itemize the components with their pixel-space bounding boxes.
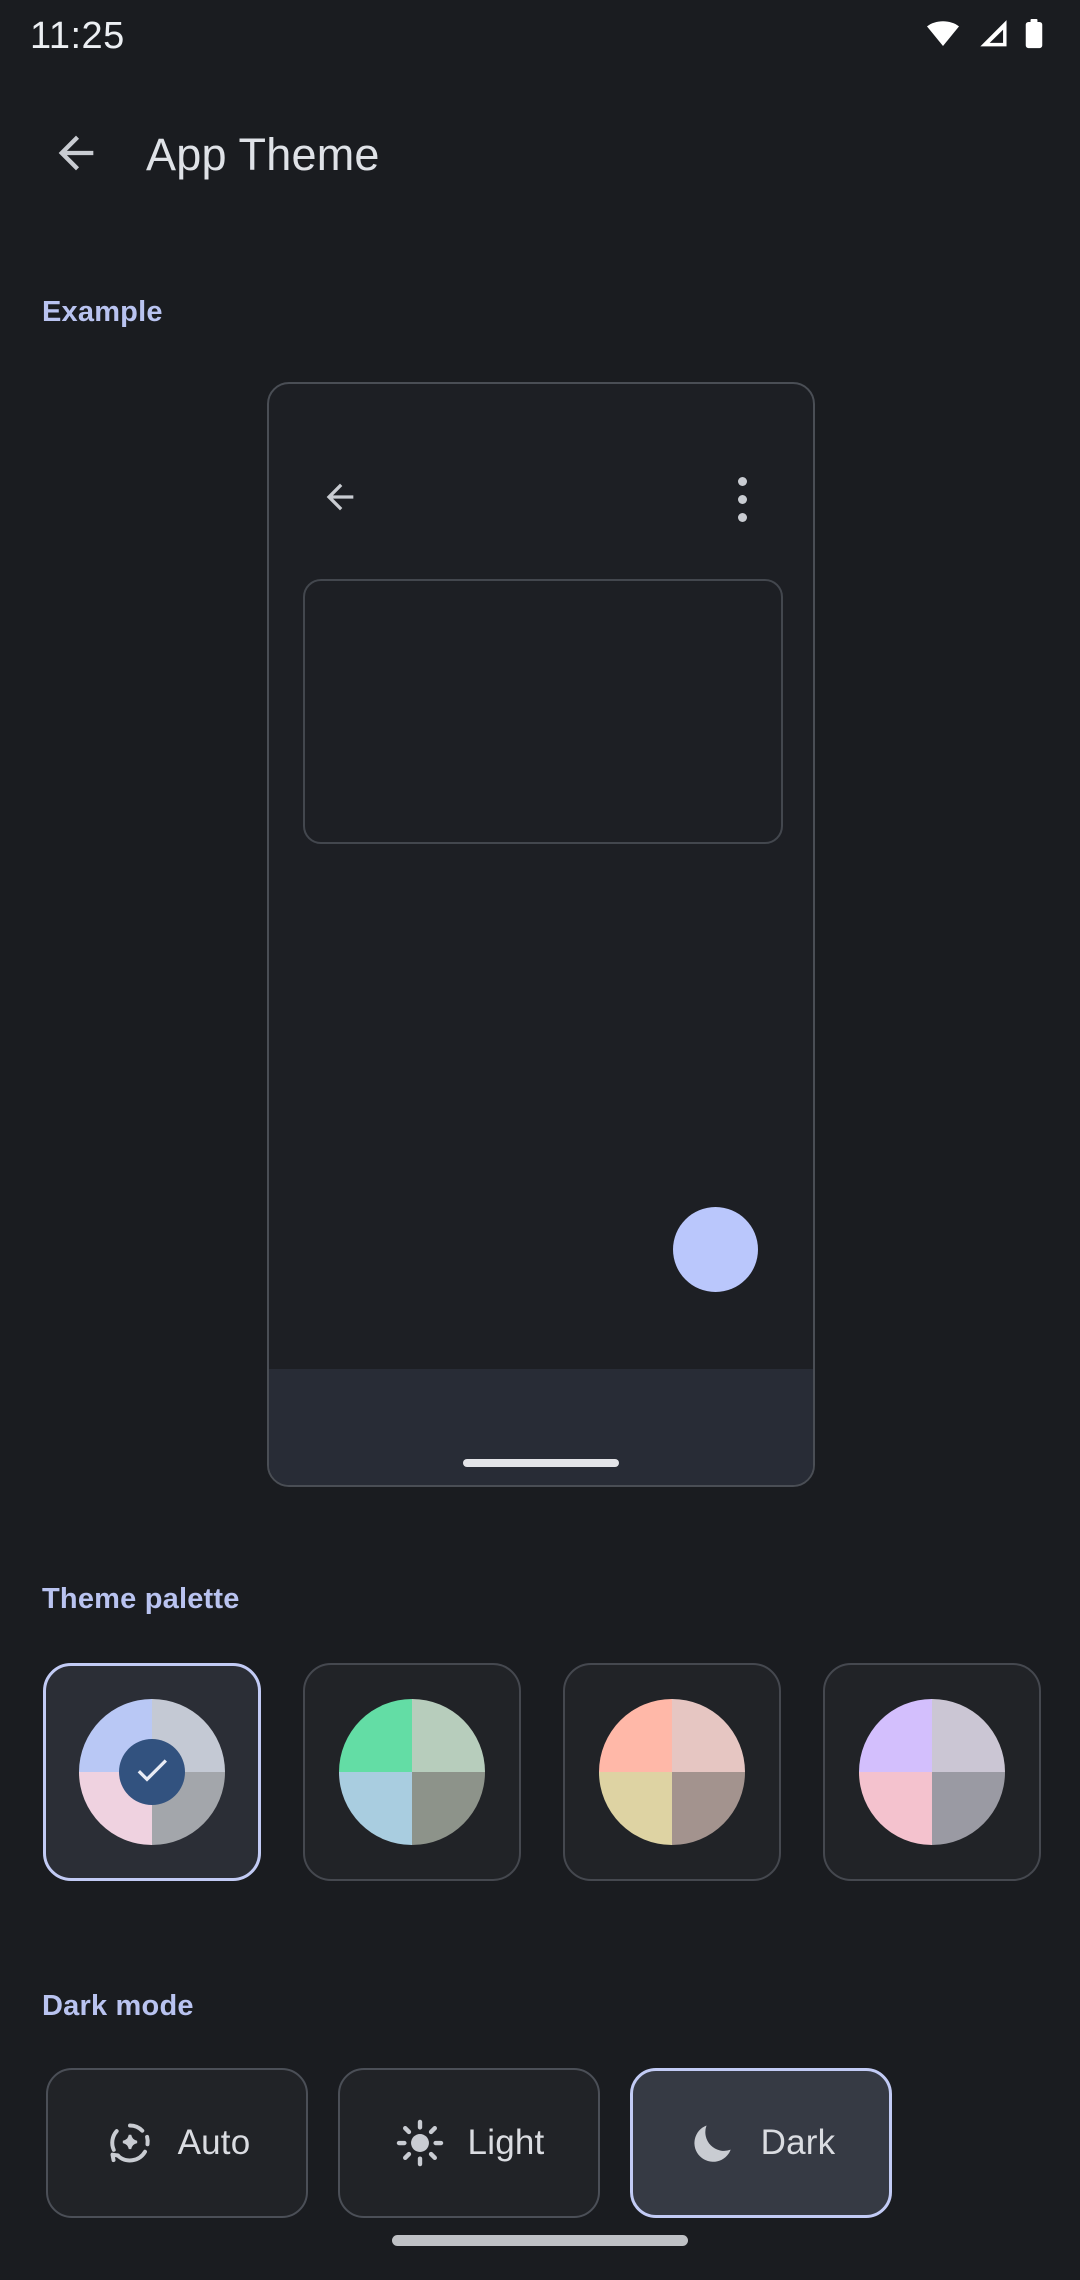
palette-color-wheel bbox=[599, 1699, 745, 1845]
palette-color-wheel bbox=[339, 1699, 485, 1845]
dark-mode-option-light[interactable]: Light bbox=[338, 2068, 600, 2218]
quadrant-bottom-left bbox=[859, 1772, 932, 1845]
section-heading-dark-mode: Dark mode bbox=[42, 1990, 194, 2022]
preview-home-indicator bbox=[463, 1459, 619, 1467]
dark-mode-option-auto[interactable]: Auto bbox=[46, 2068, 308, 2218]
cellular-signal-icon bbox=[976, 19, 1008, 53]
palette-color-wheel bbox=[859, 1699, 1005, 1845]
back-arrow-icon bbox=[50, 127, 102, 184]
sun-icon bbox=[394, 2117, 446, 2169]
preview-fab bbox=[673, 1207, 758, 1292]
quadrant-bottom-right bbox=[412, 1772, 485, 1845]
dark-mode-option-row: Auto Light Dark bbox=[46, 2068, 892, 2218]
preview-content-card bbox=[303, 579, 783, 844]
palette-swatch-peach[interactable] bbox=[563, 1663, 781, 1881]
quadrant-bottom-right bbox=[932, 1772, 1005, 1845]
status-time: 11:25 bbox=[30, 14, 125, 57]
palette-swatch-periwinkle[interactable] bbox=[43, 1663, 261, 1881]
preview-nav-bar bbox=[269, 1369, 813, 1485]
quadrant-top-right bbox=[932, 1699, 1005, 1772]
dark-mode-option-label: Light bbox=[467, 2123, 545, 2162]
page-title: App Theme bbox=[146, 129, 380, 180]
status-icon-group bbox=[926, 18, 1044, 54]
theme-preview-frame bbox=[267, 382, 815, 1487]
quadrant-bottom-left bbox=[599, 1772, 672, 1845]
section-heading-theme-palette: Theme palette bbox=[42, 1583, 240, 1615]
back-button[interactable] bbox=[28, 107, 124, 203]
wifi-icon bbox=[926, 20, 960, 52]
theme-palette-row bbox=[43, 1663, 1041, 1881]
quadrant-bottom-right bbox=[672, 1772, 745, 1845]
quadrant-bottom-left bbox=[339, 1772, 412, 1845]
check-icon bbox=[132, 1750, 172, 1795]
more-vert-icon bbox=[719, 471, 765, 527]
quadrant-top-left bbox=[599, 1699, 672, 1772]
home-indicator[interactable] bbox=[392, 2234, 688, 2246]
palette-selected-badge bbox=[119, 1739, 185, 1805]
quadrant-top-left bbox=[339, 1699, 412, 1772]
quadrant-top-right bbox=[672, 1699, 745, 1772]
preview-back-button bbox=[317, 476, 363, 522]
quadrant-top-right bbox=[412, 1699, 485, 1772]
dark-mode-option-label: Auto bbox=[177, 2123, 251, 2162]
app-bar: App Theme bbox=[0, 100, 1080, 210]
back-arrow-icon bbox=[320, 477, 360, 522]
dark-mode-option-dark[interactable]: Dark bbox=[630, 2068, 892, 2218]
dark-mode-option-label: Dark bbox=[760, 2123, 836, 2162]
section-heading-example: Example bbox=[42, 296, 163, 328]
system-navigation-bar bbox=[0, 2200, 1080, 2280]
moon-icon bbox=[687, 2117, 739, 2169]
auto-mode-icon bbox=[104, 2117, 156, 2169]
status-bar: 11:25 bbox=[0, 0, 1080, 72]
battery-icon bbox=[1024, 18, 1044, 54]
preview-app-bar bbox=[269, 444, 813, 554]
quadrant-top-left bbox=[859, 1699, 932, 1772]
palette-swatch-lavender[interactable] bbox=[823, 1663, 1041, 1881]
palette-swatch-green[interactable] bbox=[303, 1663, 521, 1881]
